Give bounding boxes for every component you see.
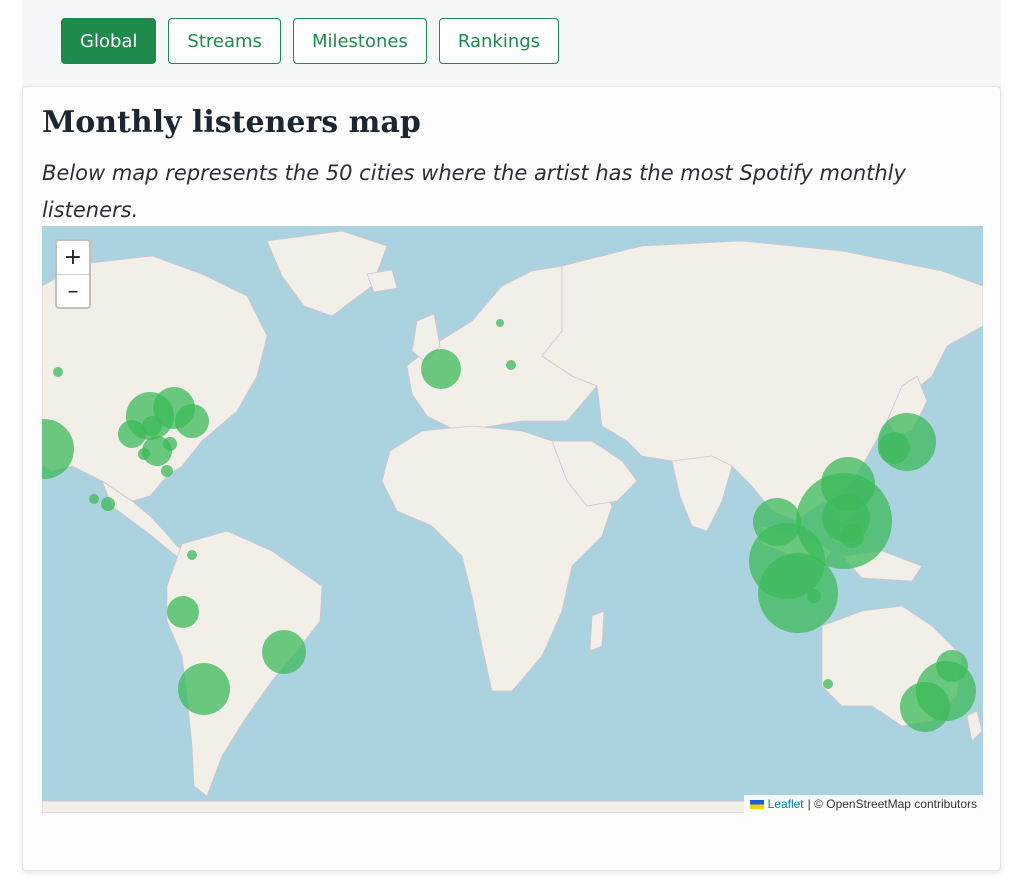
tab-bar: Global Streams Milestones Rankings <box>61 18 560 64</box>
city-marker <box>878 432 910 464</box>
city-marker <box>823 679 833 689</box>
listeners-map-card: Monthly listeners map Below map represen… <box>22 86 1001 871</box>
city-marker <box>178 663 230 715</box>
map-attribution: Leaflet | © OpenStreetMap contributors <box>743 795 983 813</box>
leaflet-link[interactable]: Leaflet <box>768 797 804 811</box>
world-map[interactable]: + – Leaflet | © OpenStreetMap contributo… <box>42 226 983 813</box>
city-marker <box>262 630 306 674</box>
city-marker <box>506 360 516 370</box>
card-subtitle: Below map represents the 50 cities where… <box>42 161 906 222</box>
city-marker <box>758 553 838 633</box>
city-marker <box>840 524 864 548</box>
tab-milestones[interactable]: Milestones <box>292 18 427 64</box>
city-marker <box>421 349 461 389</box>
city-marker <box>187 550 197 560</box>
city-marker <box>161 465 173 477</box>
map-canvas[interactable] <box>42 226 983 813</box>
city-marker <box>175 404 209 438</box>
zoom-in-button[interactable]: + <box>57 241 89 275</box>
tab-rankings[interactable]: Rankings <box>438 18 560 64</box>
attribution-text: | © OpenStreetMap contributors <box>807 797 977 811</box>
zoom-out-button[interactable]: – <box>57 275 89 308</box>
city-marker <box>142 416 162 436</box>
city-marker <box>118 420 146 448</box>
ukraine-flag-icon <box>749 799 764 809</box>
city-marker <box>163 437 177 451</box>
tab-streams[interactable]: Streams <box>168 18 281 64</box>
city-marker <box>167 596 199 628</box>
city-marker <box>53 367 63 377</box>
city-marker <box>807 589 821 603</box>
tab-global[interactable]: Global <box>61 18 157 64</box>
city-marker <box>89 494 99 504</box>
city-marker <box>496 319 504 327</box>
city-marker <box>101 497 115 511</box>
city-marker <box>138 448 150 460</box>
zoom-control: + – <box>55 239 91 309</box>
card-title: Monthly listeners map <box>42 105 421 140</box>
city-marker <box>900 682 950 732</box>
